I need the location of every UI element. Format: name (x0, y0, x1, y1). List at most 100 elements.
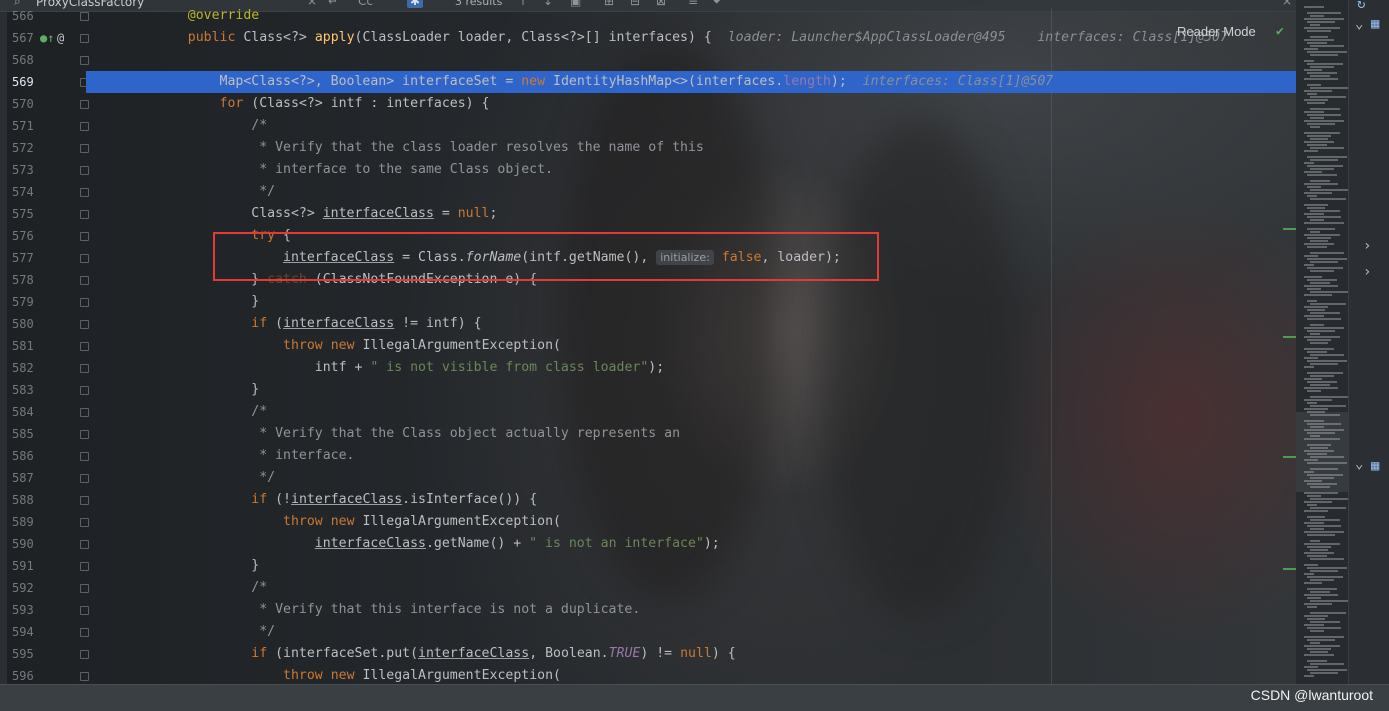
minimap-line (1307, 51, 1347, 53)
code-line[interactable]: * interface. (86, 445, 1296, 467)
gutter-line[interactable]: 577 (0, 247, 89, 269)
minimap-line (1307, 588, 1337, 590)
code-line[interactable]: } (86, 379, 1296, 401)
minimap-line (1307, 453, 1327, 455)
code-line[interactable]: } (86, 291, 1296, 313)
code-line[interactable]: @override (86, 5, 1296, 27)
line-number: 590 (12, 537, 34, 551)
change-marker (1283, 568, 1296, 570)
code-line[interactable]: * Verify that this interface is not a du… (86, 599, 1296, 621)
code-line[interactable]: */ (86, 467, 1296, 489)
code-line[interactable]: } (86, 555, 1296, 577)
chevron-right-icon[interactable]: › (1363, 264, 1371, 280)
code-line[interactable]: /* (86, 577, 1296, 599)
gutter-line[interactable]: 572 (0, 137, 89, 159)
change-marker (1283, 456, 1296, 458)
gutter-line[interactable]: 591 (0, 555, 89, 577)
code-line[interactable]: throw new IllegalArgumentException( (86, 511, 1296, 533)
code-line[interactable]: /* (86, 115, 1296, 137)
gutter-line[interactable]: 595 (0, 643, 89, 665)
gutter-line[interactable]: 566 (0, 5, 89, 27)
line-number: 567 (12, 31, 34, 45)
gutter-line[interactable]: 567 ●↑ @ (0, 27, 89, 49)
gutter-line[interactable]: 568 (0, 49, 89, 71)
minimap-line (1304, 141, 1334, 143)
code-line[interactable] (86, 49, 1296, 71)
gutter-line[interactable]: 579 (0, 291, 89, 313)
minimap-line (1304, 552, 1334, 554)
minimap-line (1304, 501, 1332, 503)
gutter-line[interactable]: 569 (0, 71, 89, 93)
minimap-line (1307, 309, 1325, 311)
line-number: 574 (12, 185, 34, 199)
code-line[interactable]: * Verify that the Class object actually … (86, 423, 1296, 445)
gutter-line[interactable]: 589 (0, 511, 89, 533)
minimap-line (1310, 672, 1338, 674)
code-line[interactable]: if (!interfaceClass.isInterface()) { (86, 489, 1296, 511)
gutter-line[interactable]: 571 (0, 115, 89, 137)
minimap-line (1304, 234, 1340, 236)
code-line[interactable]: * Verify that the class loader resolves … (86, 137, 1296, 159)
gutter-line[interactable]: 590 (0, 533, 89, 555)
minimap-line (1304, 615, 1328, 617)
gutter-line[interactable]: 576 (0, 225, 89, 247)
gutter-line[interactable]: 588 (0, 489, 89, 511)
maven-icon[interactable]: ▦ (1371, 16, 1379, 32)
code-line[interactable]: /* (86, 401, 1296, 423)
reader-mode-button[interactable]: Reader Mode (1177, 24, 1256, 39)
line-number: 588 (12, 493, 34, 507)
gutter-line[interactable]: 593 (0, 599, 89, 621)
gutter-line[interactable]: 587 (0, 467, 89, 489)
annotation-icon[interactable]: @ (57, 27, 64, 49)
code-token: /* (156, 404, 268, 419)
code-line[interactable]: throw new IllegalArgumentException( (86, 335, 1296, 357)
minimap-line (1304, 603, 1332, 605)
minimap-line (1307, 627, 1341, 629)
minimap-line (1307, 258, 1347, 260)
gutter-line[interactable]: 580 (0, 313, 89, 335)
code-line[interactable]: if (interfaceClass != intf) { (86, 313, 1296, 335)
minimap-line (1310, 324, 1324, 326)
minimap-line (1304, 48, 1318, 50)
gutter-line[interactable]: 570 (0, 93, 89, 115)
code-editor[interactable]: @override public Class<?> apply(ClassLoa… (86, 8, 1296, 684)
chevron-down-icon[interactable]: ⌄ (1355, 456, 1363, 472)
minimap-line (1307, 555, 1327, 557)
gutter-line[interactable]: 586 (0, 445, 89, 467)
code-line[interactable]: Class<?> interfaceClass = null; (86, 203, 1296, 225)
gutter-line[interactable]: 574 (0, 181, 89, 203)
gutter-line[interactable]: 575 (0, 203, 89, 225)
minimap-line (1304, 315, 1324, 317)
code-line[interactable]: for (Class<?> intf : interfaces) { (86, 93, 1296, 115)
line-number: 587 (12, 471, 34, 485)
minimap-line (1304, 99, 1328, 101)
code-line[interactable]: * interface to the same Class object. (86, 159, 1296, 181)
code-token: throw (283, 338, 323, 353)
code-line[interactable]: if (interfaceSet.put(interfaceClass, Boo… (86, 643, 1296, 665)
gutter-line[interactable]: 581 (0, 335, 89, 357)
refresh-icon[interactable]: ↻ (1357, 0, 1365, 12)
code-token: ( (267, 316, 284, 331)
chevron-right-icon[interactable]: › (1363, 238, 1371, 254)
code-line[interactable]: */ (86, 181, 1296, 203)
gutter-line[interactable]: 573 (0, 159, 89, 181)
gutter-line[interactable]: 592 (0, 577, 89, 599)
implements-method-icon[interactable]: ●↑ (40, 27, 54, 49)
gutter-line[interactable]: 582 (0, 357, 89, 379)
gutter-line[interactable]: 578 (0, 269, 89, 291)
gutter-line[interactable]: 585 (0, 423, 89, 445)
gutter-line[interactable]: 594 (0, 621, 89, 643)
line-number: 566 (12, 9, 34, 23)
database-icon[interactable]: ▦ (1371, 458, 1379, 474)
code-line[interactable]: */ (86, 621, 1296, 643)
minimap-line (1304, 564, 1318, 566)
code-line[interactable]: public Class<?> apply(ClassLoader loader… (86, 27, 1296, 49)
code-token: */ (156, 184, 276, 199)
code-line[interactable]: intf + " is not visible from class loade… (86, 357, 1296, 379)
chevron-down-icon[interactable]: ⌄ (1355, 16, 1363, 32)
gutter-line[interactable]: 584 (0, 401, 89, 423)
minimap-line (1310, 663, 1344, 665)
code-line[interactable]: interfaceClass.getName() + " is not an i… (86, 533, 1296, 555)
code-minimap[interactable] (1296, 0, 1350, 684)
gutter-line[interactable]: 583 (0, 379, 89, 401)
